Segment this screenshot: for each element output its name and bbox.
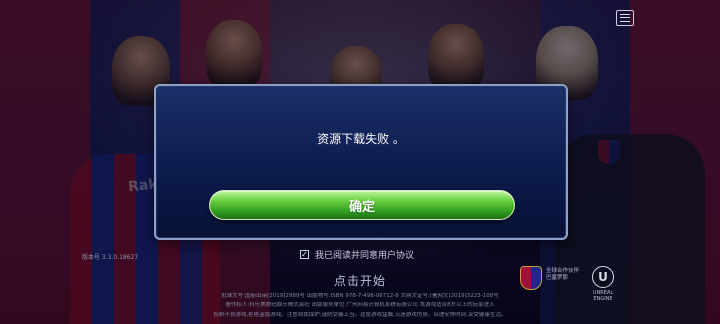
error-dialog: 资源下载失败 。 确定	[154, 84, 568, 240]
version-label: 版本号 3.3.0.18627	[82, 254, 139, 261]
menu-line	[620, 17, 630, 19]
menu-line	[620, 20, 630, 22]
unreal-engine-logo: U	[592, 266, 614, 288]
confirm-button[interactable]: 确定	[209, 190, 515, 220]
fcb-partner-caption: 全球合作伙伴 巴塞罗那	[546, 268, 580, 281]
dialog-message: 资源下载失败 。	[317, 132, 405, 146]
legal-text: 批准文号:国新出审[2019]2989号 出版物号:ISBN 978-7-498…	[221, 293, 499, 299]
agreement-row[interactable]: ✓ 我已阅读并同意用户协议	[300, 248, 414, 261]
agreement-label[interactable]: 我已阅读并同意用户协议	[315, 248, 414, 261]
unreal-engine-caption: UNREAL ENGINE	[592, 290, 614, 302]
menu-icon[interactable]	[616, 10, 634, 26]
menu-line	[620, 14, 630, 16]
legal-text: 抵制不良游戏,拒绝盗版游戏。注意自我保护,谨防受骗上当。适度游戏益脑,沉迷游戏伤…	[213, 312, 507, 318]
agreement-checkbox[interactable]: ✓	[300, 250, 309, 259]
checkmark-icon: ✓	[301, 249, 308, 259]
legal-text: 著作权人:科乐美数码娱乐株式会社 出版服务单位:广州网易计算机系统有限公司 本游…	[225, 302, 495, 308]
fcb-partner-logo	[520, 266, 542, 290]
